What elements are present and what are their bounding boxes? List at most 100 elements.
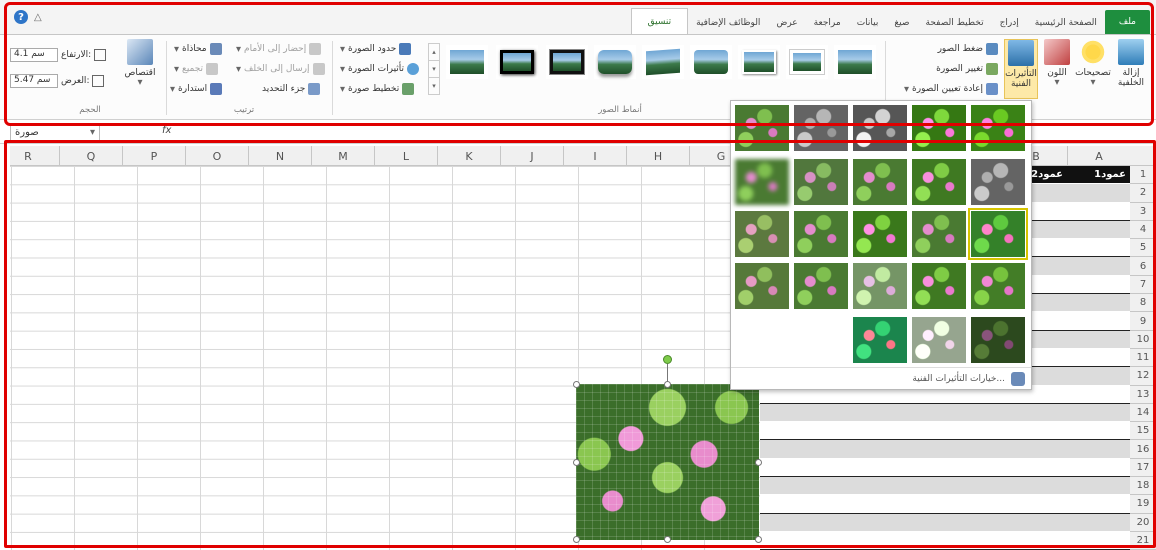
gallery-up-icon[interactable]: ▴ — [429, 44, 439, 61]
row-header[interactable]: 10 — [1130, 331, 1156, 349]
effect-thumbnail[interactable] — [853, 105, 907, 151]
row-header[interactable]: 17 — [1130, 459, 1156, 478]
tab-format[interactable]: تنسيق — [630, 8, 689, 34]
row-header[interactable]: 12 — [1130, 367, 1156, 386]
effect-thumbnail[interactable] — [912, 317, 966, 363]
row-header[interactable]: 19 — [1130, 495, 1156, 514]
resize-handle[interactable] — [755, 536, 762, 543]
name-box[interactable]: صورة ▾ — [10, 125, 100, 141]
effect-thumbnail[interactable] — [853, 211, 907, 257]
row-header[interactable]: 9 — [1130, 312, 1156, 331]
resize-handle[interactable] — [573, 459, 580, 466]
change-picture-button[interactable]: تغيير الصورة — [936, 61, 998, 77]
row-header[interactable]: 5 — [1130, 239, 1156, 258]
tab-insert[interactable]: إدراج — [992, 12, 1027, 34]
tab-add-ins[interactable]: الوظائف الإضافية — [688, 12, 768, 34]
column-header[interactable]: M — [311, 146, 374, 166]
column-header[interactable]: Q — [59, 146, 122, 166]
column-header[interactable]: P — [122, 146, 185, 166]
selection-pane-button[interactable]: جزء التحديد — [262, 81, 321, 97]
resize-handle[interactable] — [664, 381, 671, 388]
effect-thumbnail[interactable] — [912, 159, 966, 205]
picture-style-8[interactable] — [496, 45, 538, 79]
effect-thumbnail[interactable] — [971, 105, 1025, 151]
effect-thumbnail[interactable] — [735, 105, 789, 151]
row-header[interactable]: 18 — [1130, 477, 1156, 496]
reset-picture-button[interactable]: إعادة تعيين الصورة ▾ — [904, 81, 998, 97]
resize-handle[interactable] — [573, 381, 580, 388]
row-header[interactable]: 15 — [1130, 422, 1156, 441]
column-header[interactable]: R — [0, 146, 59, 166]
picture-effects-button[interactable]: تأثيرات الصورة ▾ — [340, 61, 420, 77]
artistic-effects-button[interactable]: التأثيرات الفنية — [1004, 39, 1038, 99]
row-header[interactable]: 6 — [1130, 257, 1156, 276]
bring-forward-button[interactable]: إحضار إلى الأمام ▾ — [236, 41, 322, 57]
effect-thumbnail[interactable] — [971, 159, 1025, 205]
send-backward-button[interactable]: إرسال إلى الخلف ▾ — [236, 61, 325, 77]
group-button[interactable]: تجميع ▾ — [174, 61, 219, 77]
fx-icon[interactable]: fx — [162, 125, 171, 136]
row-header[interactable]: 3 — [1130, 203, 1156, 221]
picture-style-1[interactable] — [834, 45, 876, 79]
picture-style-3[interactable] — [738, 45, 780, 79]
artistic-effects-options[interactable]: خيارات التأثيرات الفنية... — [731, 367, 1031, 389]
tab-data[interactable]: بيانات — [849, 12, 887, 34]
column-header[interactable]: K — [437, 146, 500, 166]
resize-handle[interactable] — [664, 536, 671, 543]
rotation-handle[interactable] — [663, 355, 672, 364]
selected-picture[interactable] — [576, 384, 759, 540]
row-header[interactable]: 20 — [1130, 514, 1156, 532]
chevron-down-icon[interactable]: ▾ — [90, 127, 95, 138]
column-header[interactable]: J — [500, 146, 563, 166]
effect-thumbnail[interactable] — [794, 211, 848, 257]
tab-file[interactable]: ملف — [1104, 10, 1150, 34]
row-header[interactable]: 21 — [1130, 532, 1156, 550]
crop-button[interactable]: اقتصاص ▾ — [120, 39, 160, 101]
width-input[interactable]: 5.47 سم — [10, 74, 58, 88]
effect-thumbnail[interactable] — [853, 159, 907, 205]
effect-thumbnail[interactable] — [735, 159, 789, 205]
select-all-corner[interactable] — [1130, 146, 1156, 166]
remove-background-button[interactable]: إزالة الخلفية — [1114, 39, 1148, 101]
corrections-button[interactable]: تصحيحات ▾ — [1075, 39, 1111, 101]
column-header[interactable]: N — [248, 146, 311, 166]
tab-home[interactable]: الصفحة الرئيسية — [1027, 12, 1105, 34]
effect-thumbnail[interactable] — [735, 211, 789, 257]
effect-thumbnail[interactable] — [794, 105, 848, 151]
row-header[interactable]: 16 — [1130, 440, 1156, 459]
picture-border-button[interactable]: حدود الصورة ▾ — [340, 41, 412, 57]
picture-style-4[interactable] — [690, 45, 732, 79]
row-header[interactable]: 4 — [1130, 221, 1156, 240]
row-header[interactable]: 2 — [1130, 184, 1156, 203]
help-icon[interactable]: ? — [14, 10, 28, 24]
tab-view[interactable]: عرض — [768, 12, 805, 34]
table-header-1[interactable]: عمود1 — [1067, 169, 1130, 180]
tab-page-layout[interactable]: تخطيط الصفحة — [918, 12, 992, 34]
row-header[interactable]: 11 — [1130, 349, 1156, 368]
column-header[interactable]: A — [1067, 146, 1130, 166]
effect-thumbnail[interactable] — [912, 105, 966, 151]
tab-formulas[interactable]: صيغ — [886, 12, 917, 34]
resize-handle[interactable] — [755, 459, 762, 466]
align-button[interactable]: محاذاة ▾ — [174, 41, 222, 57]
row-header[interactable]: 13 — [1130, 386, 1156, 404]
effect-thumbnail[interactable] — [853, 263, 907, 309]
effect-thumbnail[interactable] — [971, 263, 1025, 309]
row-header[interactable]: 1 — [1130, 166, 1156, 185]
column-header[interactable]: I — [563, 146, 626, 166]
height-field[interactable]: الارتفاع: 4.1 سم — [10, 47, 107, 63]
effect-thumbnail[interactable] — [735, 263, 789, 309]
tab-review[interactable]: مراجعة — [806, 12, 849, 34]
picture-style-7[interactable] — [546, 45, 588, 79]
row-header[interactable]: 7 — [1130, 276, 1156, 295]
effect-thumbnail[interactable] — [794, 263, 848, 309]
effect-thumbnail[interactable] — [912, 211, 966, 257]
resize-handle[interactable] — [573, 536, 580, 543]
column-header[interactable]: O — [185, 146, 248, 166]
gallery-down-icon[interactable]: ▾ — [429, 61, 439, 78]
column-header[interactable]: H — [626, 146, 689, 166]
row-header[interactable]: 8 — [1130, 294, 1156, 313]
color-button[interactable]: اللون ▾ — [1040, 39, 1074, 101]
picture-layout-button[interactable]: تخطيط صورة ▾ — [340, 81, 415, 97]
picture-style-2[interactable] — [786, 45, 828, 79]
